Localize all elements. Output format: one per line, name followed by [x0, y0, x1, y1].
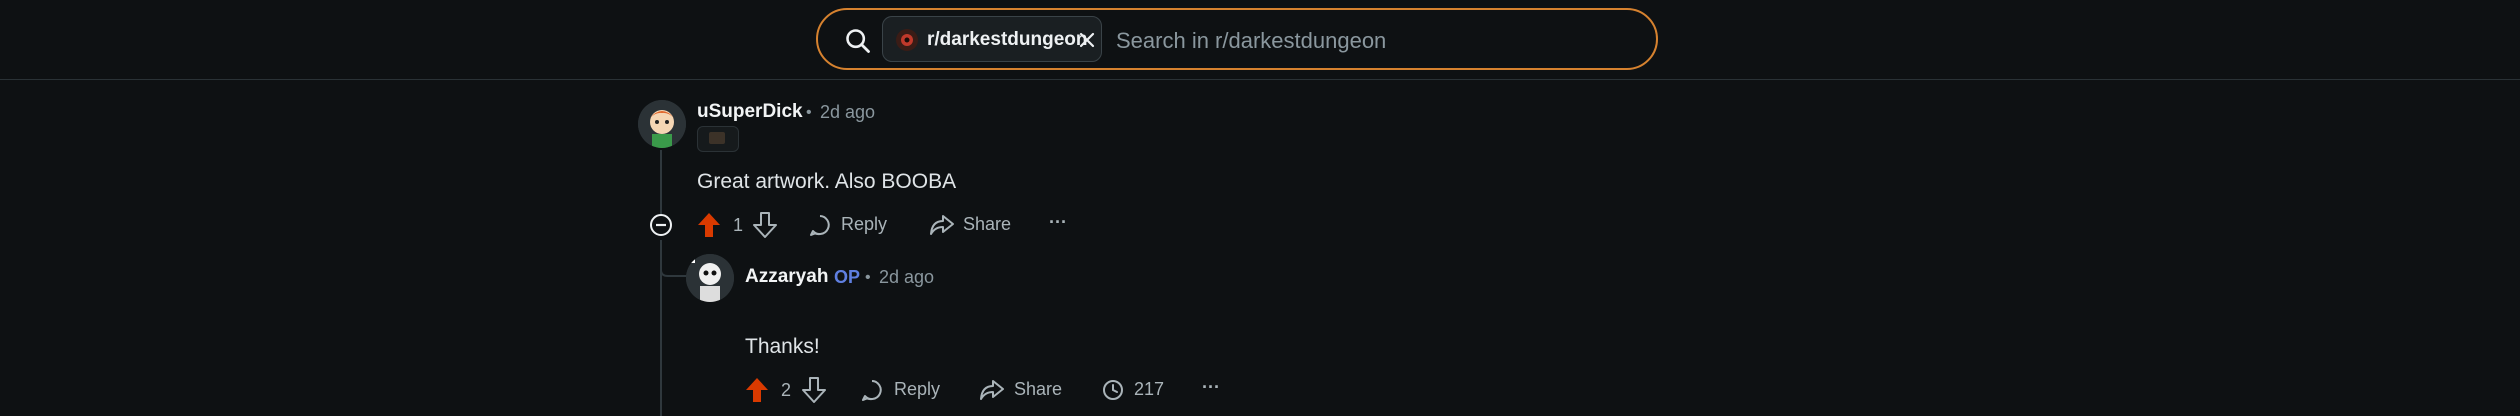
comment-icon: [810, 215, 830, 236]
comment-icon: [862, 380, 882, 401]
share-icon: [930, 215, 954, 235]
op-badge: OP: [834, 267, 861, 287]
comment-time[interactable]: 2d ago: [820, 102, 875, 123]
user-flair: [697, 126, 739, 152]
search-icon[interactable]: [844, 27, 872, 55]
comment-body: Great artwork. Also BOOBA: [697, 170, 957, 193]
vote-count: 1: [733, 215, 744, 235]
upvote-icon[interactable]: [697, 212, 721, 238]
downvote-icon[interactable]: [802, 377, 826, 403]
comment-body: Thanks!: [745, 335, 820, 358]
vote-count: 2: [781, 380, 792, 400]
more-icon[interactable]: ···: [1202, 377, 1220, 398]
separator-dot: •: [806, 104, 812, 121]
avatar[interactable]: [686, 254, 734, 302]
reply-button[interactable]: Reply: [860, 375, 940, 405]
comment-author[interactable]: Azzaryah: [745, 266, 828, 288]
share-button[interactable]: Share: [929, 210, 1029, 240]
community-chip-label: r/darkestdungeon: [927, 29, 1088, 50]
views-indicator[interactable]: 217: [1101, 375, 1181, 405]
views-count: 217: [1134, 379, 1165, 399]
community-filter-chip[interactable]: r/darkestdungeon: [882, 16, 1102, 62]
share-label: Share: [1014, 379, 1063, 399]
reply-label: Reply: [894, 379, 941, 399]
comment-author[interactable]: uSuperDick: [697, 101, 803, 123]
downvote-icon[interactable]: [753, 212, 777, 238]
subreddit-icon: [896, 29, 918, 51]
collapse-icon[interactable]: [649, 213, 673, 237]
share-icon: [980, 380, 1004, 400]
separator-dot: •: [865, 269, 871, 286]
share-label: Share: [963, 214, 1012, 234]
reply-label: Reply: [841, 214, 888, 234]
more-icon[interactable]: ···: [1049, 212, 1067, 233]
views-icon: [1103, 380, 1123, 400]
search-bar[interactable]: r/darkestdungeon Search in r/darkestdung…: [816, 8, 1658, 70]
share-button[interactable]: Share: [979, 375, 1079, 405]
avatar-image: [638, 100, 686, 148]
thread-line[interactable]: [660, 150, 662, 214]
comment-time[interactable]: 2d ago: [879, 267, 934, 288]
avatar-image: [686, 254, 734, 302]
search-input[interactable]: Search in r/darkestdungeon: [1116, 28, 1386, 54]
avatar[interactable]: [638, 100, 686, 148]
upvote-icon[interactable]: [745, 377, 769, 403]
close-icon[interactable]: [1075, 28, 1099, 52]
reply-button[interactable]: Reply: [808, 210, 888, 240]
top-bar: r/darkestdungeon Search in r/darkestdung…: [0, 0, 2520, 80]
